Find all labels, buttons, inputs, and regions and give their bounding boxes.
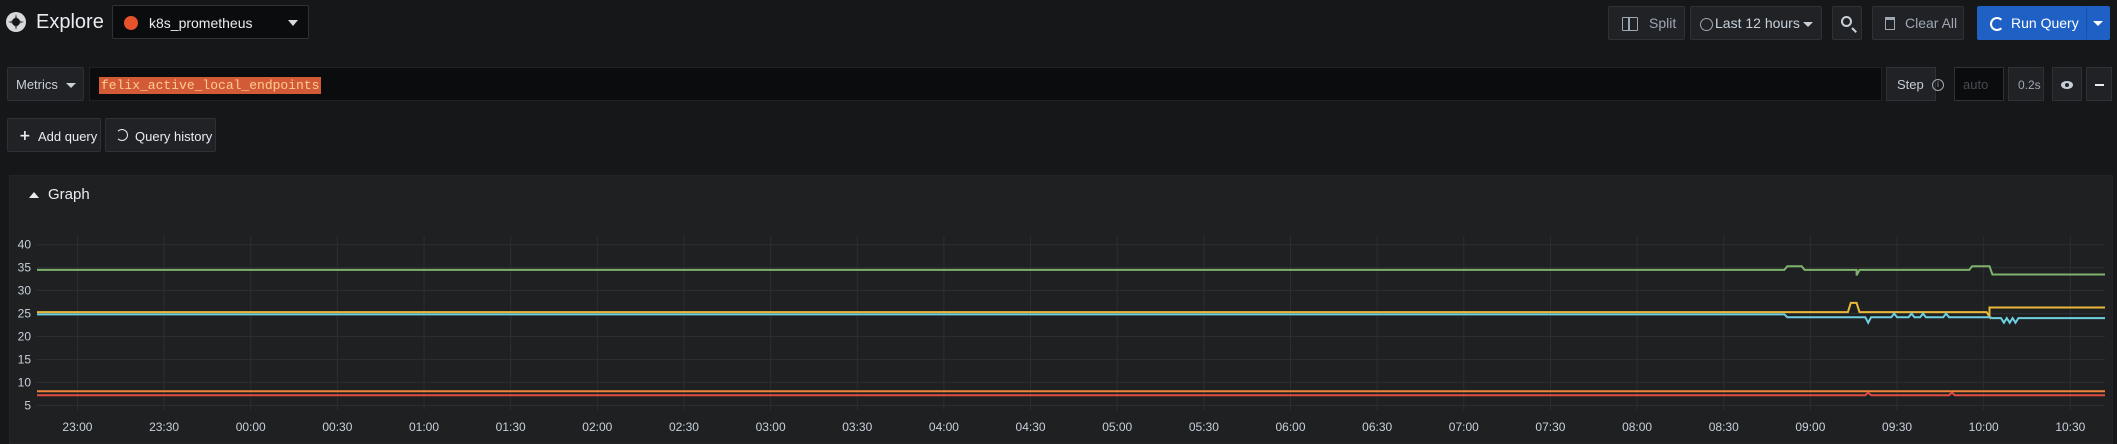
history-icon	[116, 129, 128, 141]
y-tick-label: 20	[18, 329, 32, 343]
chevron-down-icon	[288, 20, 298, 26]
add-query-label: Add query	[38, 129, 98, 144]
zoom-out-icon	[1841, 16, 1852, 27]
plus-icon: +	[19, 128, 31, 144]
x-tick-label: 09:00	[1795, 420, 1825, 434]
clear-all-label: Clear All	[1905, 15, 1958, 31]
query-history-label: Query history	[135, 129, 213, 144]
x-tick-label: 03:30	[842, 420, 872, 434]
button-divider	[2086, 7, 2087, 39]
refresh-icon	[1990, 17, 2004, 31]
x-tick-label: 23:30	[149, 420, 179, 434]
x-tick-label: 00:30	[322, 420, 352, 434]
step-input[interactable]	[1954, 67, 2004, 101]
metrics-label: Metrics	[16, 77, 58, 92]
step-label: Step	[1886, 67, 1936, 101]
x-tick-label: 04:30	[1016, 420, 1046, 434]
y-tick-label: 15	[18, 352, 32, 366]
x-tick-label: 08:00	[1622, 420, 1652, 434]
zoom-out-button[interactable]	[1832, 6, 1862, 40]
x-tick-label: 01:00	[409, 420, 439, 434]
x-tick-label: 03:00	[756, 420, 786, 434]
split-button[interactable]: Split	[1608, 6, 1685, 40]
x-tick-label: 10:30	[2055, 420, 2085, 434]
remove-query-button[interactable]	[2086, 67, 2112, 101]
x-tick-label: 00:00	[236, 420, 266, 434]
add-query-button[interactable]: + Add query	[7, 118, 101, 152]
duration-label: 0.2s	[2018, 78, 2041, 92]
clear-all-button[interactable]: Clear All	[1872, 6, 1964, 40]
chevron-down-icon	[1803, 22, 1813, 27]
query-row: Metrics felix_active_local_endpoints Ste…	[0, 65, 2117, 105]
y-tick-label: 35	[18, 261, 32, 275]
explore-toolbar: Explore k8s_prometheus Split Last 12 hou…	[0, 0, 2117, 46]
x-tick-label: 07:30	[1535, 420, 1565, 434]
trash-icon	[1885, 17, 1895, 30]
clock-icon	[1700, 18, 1713, 31]
metrics-dropdown[interactable]: Metrics	[7, 67, 84, 101]
minus-icon	[2095, 84, 2104, 86]
y-tick-label: 5	[24, 398, 31, 412]
x-tick-label: 08:30	[1709, 420, 1739, 434]
series-line-3[interactable]	[37, 311, 2105, 325]
split-label: Split	[1649, 15, 1677, 31]
step-label-text: Step	[1897, 77, 1924, 92]
datasource-picker[interactable]: k8s_prometheus	[112, 5, 309, 39]
x-tick-label: 02:00	[582, 420, 612, 434]
page-title: Explore	[36, 11, 104, 33]
x-tick-label: 01:30	[496, 420, 526, 434]
chevron-down-icon[interactable]	[2093, 21, 2103, 26]
x-tick-label: 10:00	[1969, 420, 1999, 434]
toggle-query-button[interactable]	[2052, 67, 2082, 101]
run-query-label: Run Query	[2011, 15, 2079, 31]
y-tick-label: 30	[18, 284, 32, 298]
x-tick-label: 06:30	[1362, 420, 1392, 434]
x-tick-label: 04:00	[929, 420, 959, 434]
query-history-button[interactable]: Query history	[105, 118, 216, 152]
x-tick-label: 09:30	[1882, 420, 1912, 434]
query-field[interactable]: felix_active_local_endpoints	[89, 67, 1882, 101]
columns-icon	[1622, 17, 1638, 31]
query-duration: 0.2s	[2008, 67, 2044, 101]
x-tick-label: 05:30	[1189, 420, 1219, 434]
prometheus-icon	[124, 16, 138, 30]
x-tick-label: 07:00	[1449, 420, 1479, 434]
explore-icon	[6, 12, 26, 32]
x-tick-label: 02:30	[669, 420, 699, 434]
run-query-button[interactable]: Run Query	[1977, 6, 2110, 40]
line-chart[interactable]: 5 10 15 20 25 30 35 40 23:00 23:30 00:00 00:30 01:00…	[10, 176, 2114, 444]
time-range-picker[interactable]: Last 12 hours	[1690, 6, 1822, 40]
x-tick-label: 23:00	[62, 420, 92, 434]
eye-icon	[2061, 81, 2073, 89]
y-tick-label: 10	[18, 375, 32, 389]
info-icon[interactable]: i	[1932, 79, 1944, 91]
datasource-label: k8s_prometheus	[149, 15, 253, 31]
y-tick-label: 40	[18, 238, 32, 252]
time-range-label: Last 12 hours	[1715, 15, 1800, 31]
chevron-down-icon	[66, 83, 76, 88]
x-tick-label: 06:00	[1275, 420, 1305, 434]
y-tick-label: 25	[18, 307, 32, 321]
x-tick-label: 05:00	[1102, 420, 1132, 434]
graph-panel: Graph 5 10 15 20 25 30 35 40 23:00 23:30 00:00 00:3…	[9, 175, 2113, 444]
series-line-5[interactable]	[37, 391, 2105, 397]
query-expression: felix_active_local_endpoints	[99, 77, 322, 94]
